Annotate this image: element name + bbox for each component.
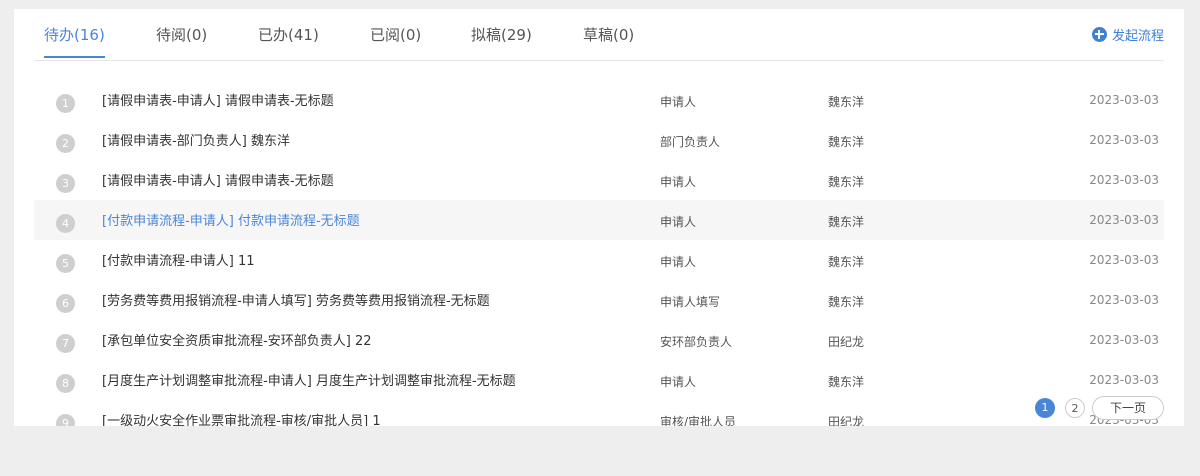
item-role: 申请人 (660, 215, 697, 229)
item-title[interactable]: [请假申请表-申请人] 请假申请表-无标题 (102, 170, 334, 189)
item-role: 申请人 (660, 95, 697, 109)
todo-list: 1 [请假申请表-申请人] 请假申请表-无标题 申请人 魏东洋 2023-03-… (34, 80, 1164, 426)
item-title[interactable]: [承包单位安全资质审批流程-安环部负责人] 22 (102, 330, 372, 349)
item-number: 3 (56, 174, 75, 193)
item-role: 审核/审批人员 (660, 415, 737, 426)
item-person: 田纪龙 (828, 415, 865, 426)
item-date: 2023-03-03 (1089, 213, 1159, 227)
item-role: 部门负责人 (660, 135, 721, 149)
item-date: 2023-03-03 (1089, 333, 1159, 347)
item-role: 申请人 (660, 255, 697, 269)
tab-read[interactable]: 已阅(0) (370, 24, 421, 58)
tab-bar: 待办(16) 待阅(0) 已办(41) 已阅(0) 拟稿(29) 草稿(0) 发… (34, 9, 1164, 61)
item-person: 魏东洋 (828, 95, 865, 109)
item-title[interactable]: [请假申请表-部门负责人] 魏东洋 (102, 130, 290, 149)
item-title[interactable]: [一级动火安全作业票审批流程-审核/审批人员] 1 (102, 410, 381, 426)
item-person: 田纪龙 (828, 335, 865, 349)
tab-done[interactable]: 已办(41) (258, 24, 319, 58)
start-flow-button[interactable]: 发起流程 (1091, 24, 1164, 44)
item-number: 7 (56, 334, 75, 353)
plus-circle-icon (1091, 26, 1107, 42)
item-role: 安环部负责人 (660, 335, 733, 349)
item-person: 魏东洋 (828, 215, 865, 229)
list-item-hovered[interactable]: 4 [付款申请流程-申请人] 付款申请流程-无标题 申请人 魏东洋 2023-0… (34, 200, 1164, 240)
item-person: 魏东洋 (828, 135, 865, 149)
item-number: 6 (56, 294, 75, 313)
item-title[interactable]: [劳务费等费用报销流程-申请人填写] 劳务费等费用报销流程-无标题 (102, 290, 490, 309)
list-item[interactable]: 5 [付款申请流程-申请人] 11 申请人 魏东洋 2023-03-03 (34, 240, 1164, 280)
list-item[interactable]: 9 [一级动火安全作业票审批流程-审核/审批人员] 1 审核/审批人员 田纪龙 … (34, 400, 1164, 426)
tab-drafts[interactable]: 草稿(0) (583, 24, 634, 58)
tab-pending[interactable]: 待办(16) (44, 24, 105, 58)
page-button-current[interactable]: 1 (1035, 398, 1055, 418)
item-person: 魏东洋 (828, 375, 865, 389)
item-number: 4 (56, 214, 75, 233)
start-flow-label: 发起流程 (1111, 28, 1164, 44)
item-date: 2023-03-03 (1089, 93, 1159, 107)
item-title[interactable]: [付款申请流程-申请人] 11 (102, 250, 255, 269)
list-item[interactable]: 2 [请假申请表-部门负责人] 魏东洋 部门负责人 魏东洋 2023-03-03 (34, 120, 1164, 160)
next-page-button[interactable]: 下一页 (1092, 396, 1164, 420)
list-item[interactable]: 8 [月度生产计划调整审批流程-申请人] 月度生产计划调整审批流程-无标题 申请… (34, 360, 1164, 400)
list-item[interactable]: 6 [劳务费等费用报销流程-申请人填写] 劳务费等费用报销流程-无标题 申请人填… (34, 280, 1164, 320)
tab-drafting[interactable]: 拟稿(29) (471, 24, 532, 58)
item-title[interactable]: [请假申请表-申请人] 请假申请表-无标题 (102, 90, 334, 109)
item-title[interactable]: [付款申请流程-申请人] 付款申请流程-无标题 (102, 210, 360, 229)
item-role: 申请人 (660, 175, 697, 189)
item-title[interactable]: [月度生产计划调整审批流程-申请人] 月度生产计划调整审批流程-无标题 (102, 370, 516, 389)
todo-panel: 待办(16) 待阅(0) 已办(41) 已阅(0) 拟稿(29) 草稿(0) 发… (14, 9, 1184, 426)
item-person: 魏东洋 (828, 295, 865, 309)
item-person: 魏东洋 (828, 175, 865, 189)
item-date: 2023-03-03 (1089, 373, 1159, 387)
item-number: 2 (56, 134, 75, 153)
tab-to-read[interactable]: 待阅(0) (156, 24, 207, 58)
item-date: 2023-03-03 (1089, 173, 1159, 187)
list-item[interactable]: 1 [请假申请表-申请人] 请假申请表-无标题 申请人 魏东洋 2023-03-… (34, 80, 1164, 120)
item-date: 2023-03-03 (1089, 133, 1159, 147)
page-button[interactable]: 2 (1065, 398, 1085, 418)
item-number: 8 (56, 374, 75, 393)
item-person: 魏东洋 (828, 255, 865, 269)
list-item[interactable]: 3 [请假申请表-申请人] 请假申请表-无标题 申请人 魏东洋 2023-03-… (34, 160, 1164, 200)
item-date: 2023-03-03 (1089, 293, 1159, 307)
item-date: 2023-03-03 (1089, 253, 1159, 267)
item-number: 9 (56, 414, 75, 426)
item-number: 1 (56, 94, 75, 113)
item-role: 申请人填写 (660, 295, 721, 309)
list-item[interactable]: 7 [承包单位安全资质审批流程-安环部负责人] 22 安环部负责人 田纪龙 20… (34, 320, 1164, 360)
item-number: 5 (56, 254, 75, 273)
item-role: 申请人 (660, 375, 697, 389)
